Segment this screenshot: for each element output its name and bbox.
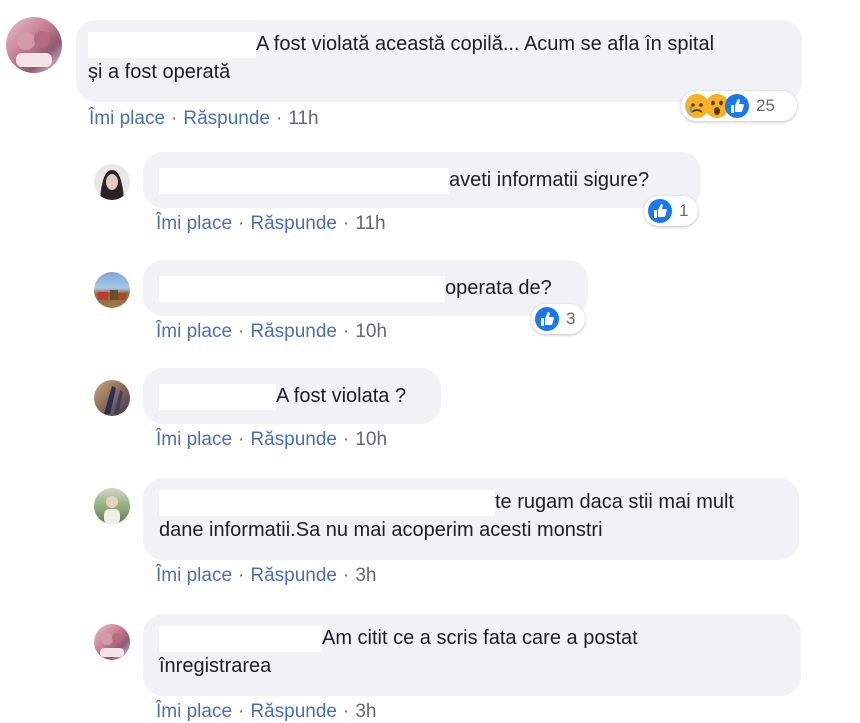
comment-text-line2: înregistrarea bbox=[159, 655, 272, 677]
author-name[interactable] bbox=[159, 489, 495, 516]
like-icon bbox=[535, 307, 559, 331]
author-name[interactable] bbox=[159, 383, 276, 410]
timestamp-link[interactable]: 11h bbox=[288, 108, 318, 129]
profile-photo-icon bbox=[98, 290, 126, 300]
comment-bubble: operata de? bbox=[143, 260, 588, 316]
profile-photo-icon bbox=[104, 386, 123, 414]
separator: · bbox=[171, 108, 178, 129]
like-link[interactable]: Îmi place bbox=[156, 701, 232, 722]
timestamp-link[interactable]: 11h bbox=[355, 213, 385, 234]
avatar[interactable] bbox=[94, 488, 130, 524]
author-name[interactable] bbox=[159, 275, 445, 302]
like-icon bbox=[648, 199, 672, 223]
separator: · bbox=[342, 565, 350, 586]
comment-text-line2: și a fost operată bbox=[88, 61, 231, 83]
comment-actions: Îmi place · Răspunde · 11h bbox=[156, 213, 386, 235]
separator: · bbox=[342, 321, 350, 342]
like-link[interactable]: Îmi place bbox=[156, 429, 232, 450]
reply-link[interactable]: Răspunde bbox=[250, 213, 337, 234]
separator: · bbox=[275, 108, 283, 129]
like-link[interactable]: Îmi place bbox=[89, 108, 165, 129]
like-icon bbox=[725, 94, 749, 118]
comment-bubble: te rugam daca stii mai mult dane informa… bbox=[143, 478, 799, 560]
reaction-count: 3 bbox=[566, 309, 576, 328]
like-link[interactable]: Îmi place bbox=[156, 213, 232, 234]
profile-photo-icon bbox=[100, 170, 124, 200]
separator: · bbox=[238, 565, 245, 586]
separator: · bbox=[238, 429, 245, 450]
timestamp-link[interactable]: 3h bbox=[355, 701, 376, 722]
comment-text: te rugam daca stii mai mult bbox=[495, 491, 734, 513]
author-name[interactable] bbox=[88, 31, 256, 58]
separator: · bbox=[238, 321, 245, 342]
author-name[interactable] bbox=[159, 167, 449, 194]
reply-link[interactable]: Răspunde bbox=[250, 321, 337, 342]
comment-actions: Îmi place · Răspunde · 10h bbox=[156, 429, 387, 451]
separator: · bbox=[238, 701, 245, 722]
like-link[interactable]: Îmi place bbox=[156, 565, 232, 586]
comment-text: A fost violata ? bbox=[276, 385, 407, 407]
comment-bubble: aveti informatii sigure? bbox=[143, 152, 701, 208]
avatar[interactable] bbox=[94, 272, 130, 308]
reaction-count: 25 bbox=[756, 96, 775, 115]
avatar[interactable] bbox=[94, 164, 130, 200]
timestamp-link[interactable]: 3h bbox=[355, 565, 376, 586]
comment-text: A fost violată această copilă... Acum se… bbox=[256, 33, 715, 55]
reply-link[interactable]: Răspunde bbox=[183, 108, 270, 129]
comment-text: aveti informatii sigure? bbox=[449, 169, 650, 191]
reaction-summary[interactable]: 25 bbox=[681, 91, 797, 121]
profile-photo-icon bbox=[100, 633, 124, 657]
avatar[interactable] bbox=[6, 17, 62, 73]
separator: · bbox=[238, 213, 245, 234]
author-name[interactable] bbox=[159, 625, 322, 652]
like-link[interactable]: Îmi place bbox=[156, 321, 232, 342]
reaction-count: 1 bbox=[679, 201, 689, 220]
reaction-summary[interactable]: 3 bbox=[531, 304, 585, 334]
comment-actions: Îmi place · Răspunde · 10h bbox=[156, 321, 387, 343]
profile-photo-icon bbox=[104, 496, 120, 524]
comment-actions: Îmi place · Răspunde · 3h bbox=[156, 565, 376, 587]
comment-text: operata de? bbox=[445, 277, 552, 299]
comment-bubble: A fost violată această copilă... Acum se… bbox=[76, 20, 802, 102]
reaction-summary[interactable]: 1 bbox=[644, 196, 698, 226]
comment-actions: Îmi place · Răspunde · 11h bbox=[89, 108, 319, 130]
comment-text-line2: dane informatii.Sa nu mai acoperim acest… bbox=[159, 519, 603, 541]
avatar[interactable] bbox=[94, 624, 130, 660]
reply-link[interactable]: Răspunde bbox=[250, 429, 337, 450]
separator: · bbox=[342, 429, 350, 450]
profile-photo-icon bbox=[16, 31, 52, 67]
avatar[interactable] bbox=[94, 380, 130, 416]
reply-link[interactable]: Răspunde bbox=[250, 565, 337, 586]
timestamp-link[interactable]: 10h bbox=[355, 429, 387, 450]
comment-text: Am citit ce a scris fata care a postat bbox=[322, 627, 638, 649]
reply-link[interactable]: Răspunde bbox=[250, 701, 337, 722]
comment-bubble: A fost violata ? bbox=[143, 368, 441, 424]
separator: · bbox=[342, 701, 350, 722]
timestamp-link[interactable]: 10h bbox=[355, 321, 387, 342]
comment-bubble: Am citit ce a scris fata care a postat î… bbox=[143, 614, 801, 696]
separator: · bbox=[342, 213, 350, 234]
